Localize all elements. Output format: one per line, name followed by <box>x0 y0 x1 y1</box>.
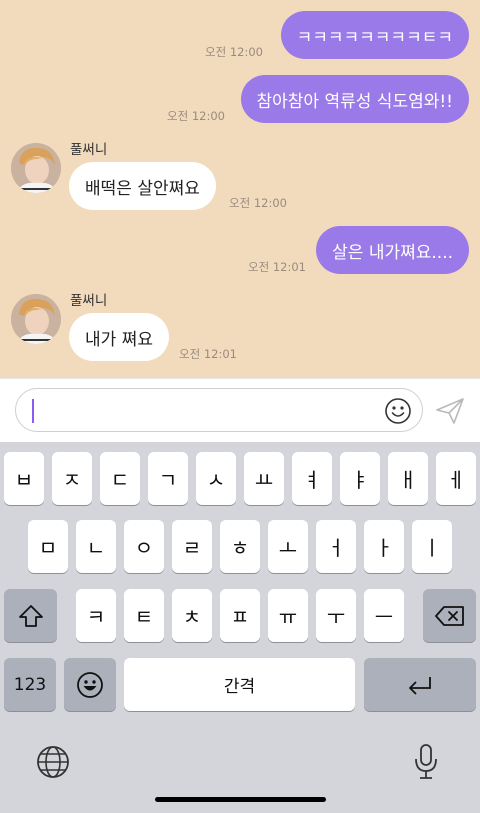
message-time: 오전 12:00 <box>167 109 225 123</box>
key[interactable]: ㅌ <box>124 589 164 642</box>
key[interactable]: ㅂ <box>4 452 44 505</box>
key[interactable]: ㅏ <box>364 520 404 573</box>
key[interactable]: ㅠ <box>268 589 308 642</box>
key[interactable]: ㅕ <box>292 452 332 505</box>
key[interactable]: ㅁ <box>28 520 68 573</box>
incoming-message-bubble[interactable]: 배떡은 살안쪄요 <box>69 162 216 210</box>
key[interactable]: ㄱ <box>148 452 188 505</box>
message-text: 내가 쪄요 <box>85 329 153 350</box>
incoming-message-bubble[interactable]: 내가 쪄요 <box>69 313 169 361</box>
avatar[interactable] <box>11 143 61 193</box>
key[interactable]: ㄷ <box>100 452 140 505</box>
return-key[interactable] <box>364 658 476 711</box>
message-text: 참아참아 역류성 식도염와!! <box>256 91 453 112</box>
message-text: ㅋㅋㅋㅋㅋㅋㅋㅋㅌㅋ <box>296 27 453 48</box>
text-caret <box>32 399 34 423</box>
shift-arrow-icon <box>18 604 43 627</box>
home-indicator[interactable] <box>155 797 326 802</box>
key[interactable]: ㅊ <box>172 589 212 642</box>
key[interactable]: ㄴ <box>76 520 116 573</box>
key[interactable]: ㅎ <box>220 520 260 573</box>
numbers-key[interactable]: 123 <box>4 658 56 711</box>
key[interactable]: ㅜ <box>316 589 356 642</box>
sender-name: 풀써니 <box>70 293 108 309</box>
key[interactable]: ㅅ <box>196 452 236 505</box>
key[interactable]: ㅐ <box>388 452 428 505</box>
avatar[interactable] <box>11 294 61 344</box>
message-composer <box>0 378 480 442</box>
outgoing-message-bubble[interactable]: 살은 내가쪄요.... <box>316 226 469 274</box>
key[interactable]: ㄹ <box>172 520 212 573</box>
key[interactable]: ㅗ <box>268 520 308 573</box>
sender-name: 풀써니 <box>70 142 108 158</box>
key[interactable]: ㅑ <box>340 452 380 505</box>
return-arrow-icon <box>409 676 431 695</box>
smiley-icon[interactable] <box>384 397 412 425</box>
chat-area[interactable]: ㅋㅋㅋㅋㅋㅋㅋㅋㅌㅋ 오전 12:00 참아참아 역류성 식도염와!! 오전 1… <box>0 0 480 378</box>
emoji-key[interactable] <box>64 658 116 711</box>
space-key[interactable]: 간격 <box>124 658 355 711</box>
message-input[interactable] <box>15 388 423 432</box>
outgoing-message-bubble[interactable]: 참아참아 역류성 식도염와!! <box>240 75 469 123</box>
korean-keyboard: ㅂ ㅈ ㄷ ㄱ ㅅ ㅛ ㅕ ㅑ ㅐ ㅔ ㅁ ㄴ ㅇ ㄹ ㅎ ㅗ ㅓ ㅏ ㅣ ㅋ … <box>0 442 480 813</box>
emoji-key-icon <box>77 671 103 698</box>
message-time: 오전 12:01 <box>248 260 306 274</box>
key[interactable]: ㅋ <box>76 589 116 642</box>
key[interactable]: ㅇ <box>124 520 164 573</box>
key[interactable]: ㅍ <box>220 589 260 642</box>
send-paper-plane-icon[interactable] <box>434 396 466 426</box>
shift-key[interactable] <box>4 589 57 642</box>
key[interactable]: ㅔ <box>436 452 476 505</box>
key[interactable]: ㅈ <box>52 452 92 505</box>
message-time: 오전 12:01 <box>179 347 237 361</box>
key[interactable]: ㅛ <box>244 452 284 505</box>
outgoing-message-bubble[interactable]: ㅋㅋㅋㅋㅋㅋㅋㅋㅌㅋ <box>280 11 469 59</box>
backspace-key[interactable] <box>423 589 476 642</box>
key[interactable]: ㅡ <box>364 589 404 642</box>
message-time: 오전 12:00 <box>229 196 287 210</box>
message-time: 오전 12:00 <box>205 45 263 59</box>
microphone-icon[interactable] <box>412 742 440 782</box>
message-text: 살은 내가쪄요.... <box>332 242 453 263</box>
globe-icon[interactable] <box>35 744 71 780</box>
message-text: 배떡은 살안쪄요 <box>85 178 200 199</box>
key[interactable]: ㅣ <box>412 520 452 573</box>
key[interactable]: ㅓ <box>316 520 356 573</box>
backspace-icon <box>434 605 464 626</box>
